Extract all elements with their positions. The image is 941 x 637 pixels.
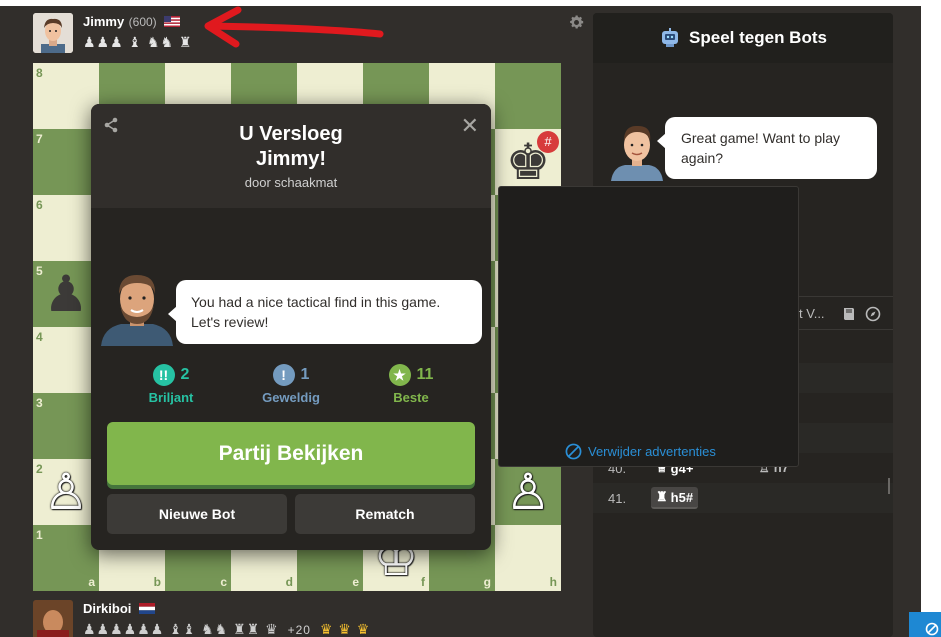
opponent-rating: (600) [128, 15, 157, 29]
bot-speech-bubble: Great game! Want to play again? [657, 117, 877, 179]
rank-label: 8 [36, 66, 43, 80]
rank-label: 1 [36, 528, 43, 542]
game-result-modal: ✕ U Versloeg Jimmy! door schaakmat You h… [91, 104, 491, 550]
move-number: 41. [608, 490, 627, 506]
top-strip [0, 0, 921, 6]
remove-ads-label: Verwijder advertenties [588, 444, 716, 459]
material-advantage: +20 [287, 623, 311, 637]
rank-label: 3 [36, 396, 43, 410]
share-icon[interactable] [103, 117, 119, 133]
stat-count: 1 [300, 366, 310, 383]
coach-speech-bubble: You had a nice tactical find in this gam… [168, 280, 482, 344]
player-avatar[interactable] [33, 600, 73, 637]
close-icon[interactable]: ✕ [461, 113, 479, 139]
player-name[interactable]: Dirkiboi [83, 601, 131, 616]
move-quality-icon: !! [152, 364, 175, 386]
stat-geweldig: ! 1 Geweldig [241, 364, 341, 405]
file-label: e [352, 575, 359, 589]
ban-icon [925, 622, 939, 636]
square-a4[interactable]: 4 [33, 327, 99, 393]
white-piece[interactable]: ♙ [44, 467, 89, 517]
file-label: c [220, 575, 227, 589]
opponent-name[interactable]: Jimmy [83, 14, 124, 29]
file-label: b [153, 575, 161, 589]
square-h2[interactable]: ♙ [495, 459, 561, 525]
panel-header: Speel tegen Bots [593, 13, 893, 63]
coach-avatar [101, 275, 173, 346]
rematch-button[interactable]: Rematch [295, 494, 475, 534]
stat-beste: ★ 11 Beste [361, 364, 461, 405]
review-game-button[interactable]: Partij Bekijken [107, 422, 475, 485]
corner-action-button[interactable] [909, 612, 941, 637]
square-a8[interactable]: 8 [33, 63, 99, 129]
result-subtitle: door schaakmat [244, 175, 338, 190]
bot-avatar [611, 125, 663, 181]
file-label: h [549, 575, 557, 589]
ban-icon [565, 443, 582, 460]
stat-count: 2 [180, 366, 190, 383]
stat-briljant: !! 2 Briljant [121, 364, 221, 405]
rank-label: 5 [36, 264, 43, 278]
opponent-captured-pieces: ♟♟♟ ♝ ♞♞ ♜ [83, 34, 193, 50]
book-icon[interactable] [841, 306, 857, 322]
white-piece[interactable]: ♙ [506, 467, 551, 517]
ad-container: Verwijder advertenties [498, 186, 799, 467]
stat-label: Briljant [148, 390, 194, 405]
player-bar: Dirkiboi ♟♟♟♟♟♟ ♝♝ ♞♞ ♜♜ ♛ +20 ♛ ♛ ♛ [33, 600, 370, 637]
bot-icon [662, 28, 679, 47]
move-list-scrollbar[interactable] [888, 478, 890, 494]
opponent-player-bar: Jimmy (600) ♟♟♟ ♝ ♞♞ ♜ [33, 13, 193, 53]
player-captured-pieces: ♟♟♟♟♟♟ ♝♝ ♞♞ ♜♜ ♛ [83, 621, 279, 637]
us-flag-icon [164, 16, 181, 27]
right-strip [921, 0, 941, 637]
rank-label: 4 [36, 330, 43, 344]
move-quality-stats: !! 2 Briljant! 1 Geweldig ★ 11 Beste [91, 364, 491, 405]
square-h1[interactable]: h [495, 525, 561, 591]
red-arrow-annotation [204, 6, 384, 48]
remove-ads-link[interactable]: Verwijder advertenties [565, 443, 716, 460]
square-a2[interactable]: 2 ♙ [33, 459, 99, 525]
compass-icon[interactable] [865, 306, 881, 322]
new-bot-button[interactable]: Nieuwe Bot [107, 494, 287, 534]
modal-header: ✕ U Versloeg Jimmy! door schaakmat [91, 104, 491, 208]
stat-label: Beste [393, 390, 429, 405]
square-a3[interactable]: 3 [33, 393, 99, 459]
square-a1[interactable]: 1a [33, 525, 99, 591]
file-label: a [88, 575, 95, 589]
move-row: 41. ♜ h5# [593, 483, 893, 513]
settings-gear-icon[interactable] [568, 14, 585, 31]
opponent-avatar[interactable] [33, 13, 73, 53]
move-quality-icon: ★ [388, 364, 411, 386]
opening-name[interactable]: t V... [799, 306, 825, 321]
square-h8[interactable] [495, 63, 561, 129]
file-label: g [483, 575, 491, 589]
stat-count: 11 [416, 366, 434, 383]
panel-title: Speel tegen Bots [689, 28, 827, 47]
move-quality-icon: ! [272, 364, 295, 386]
crown-icons: ♛ ♛ ♛ [319, 621, 371, 637]
rank-label: 2 [36, 462, 43, 476]
nl-flag-icon [138, 603, 155, 614]
rank-label: 6 [36, 198, 43, 212]
white-move-current[interactable]: ♜ h5# [651, 487, 699, 509]
square-a6[interactable]: 6 [33, 195, 99, 261]
black-piece[interactable]: ♟ [44, 269, 89, 319]
square-a5[interactable]: 5 ♟ [33, 261, 99, 327]
square-a7[interactable]: 7 [33, 129, 99, 195]
stat-label: Geweldig [262, 390, 320, 405]
file-label: f [421, 575, 425, 589]
file-label: d [285, 575, 293, 589]
result-title: U Versloeg Jimmy! [239, 123, 343, 170]
checkmate-badge-icon: # [537, 131, 559, 153]
rank-label: 7 [36, 132, 43, 146]
